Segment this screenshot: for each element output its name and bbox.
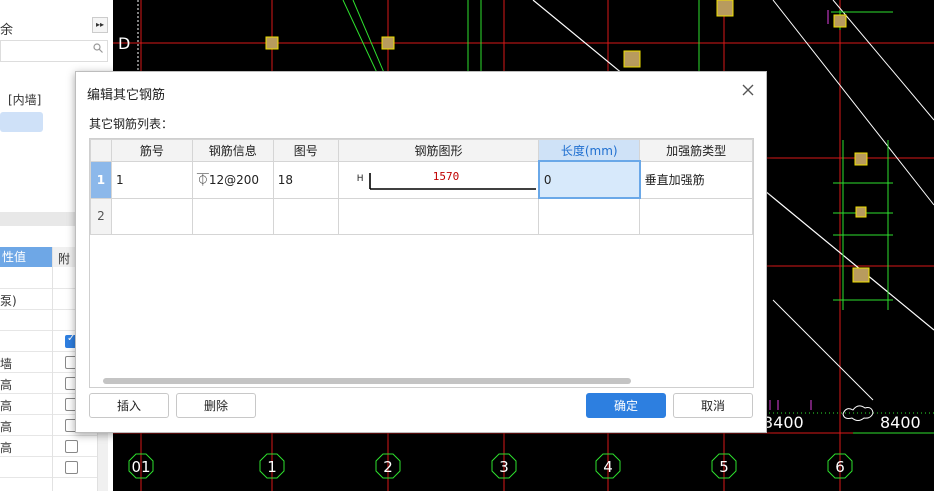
corner-cell	[90, 139, 112, 162]
property-value: 高	[0, 420, 13, 434]
collapse-button[interactable]: ▸▸	[92, 17, 108, 33]
dialog-title: 编辑其它钢筋	[87, 88, 166, 103]
property-value: 高	[0, 399, 13, 413]
table-header-row: 筋号 钢筋信息 图号 钢筋图形 长度(mm) 加强筋类型	[90, 139, 753, 162]
axis-label: 01	[131, 458, 150, 476]
insert-button[interactable]: 插入	[89, 393, 169, 418]
property-value: 高	[0, 378, 13, 392]
axis-label: 1	[267, 458, 277, 476]
edit-other-rebar-dialog: 编辑其它钢筋 其它钢筋列表： 筋号 钢筋信息 图号 钢筋图形 长度(mm) 加强…	[75, 71, 767, 433]
rebar-info-cell[interactable]: ⏁12@200	[191, 160, 274, 199]
figure-no-cell[interactable]	[272, 197, 339, 235]
rebar-shape-cell[interactable]: H 1570	[337, 160, 540, 199]
bar-no-cell[interactable]	[110, 197, 193, 235]
wall-type-label: [内墙]	[8, 93, 42, 107]
rebar-list-label: 其它钢筋列表：	[89, 117, 174, 131]
rebar-grid: 筋号 钢筋信息 图号 钢筋图形 长度(mm) 加强筋类型 1 1 ⏁12@200…	[90, 139, 753, 235]
property-checkbox[interactable]	[65, 440, 78, 453]
property-row[interactable]: 高	[0, 436, 108, 457]
property-value: 泵)	[0, 294, 17, 308]
additional-header: 附	[58, 252, 71, 266]
horizontal-scrollbar[interactable]	[103, 378, 631, 384]
panel-header-text: 余	[0, 23, 14, 38]
property-value-header: 性值	[0, 247, 52, 267]
length-cell[interactable]: 0	[537, 160, 641, 199]
search-input[interactable]	[0, 40, 108, 62]
dimension-label: 3400	[763, 413, 804, 432]
shape-length: 1570	[432, 170, 460, 183]
row-index[interactable]: 1	[90, 160, 112, 199]
close-icon[interactable]	[740, 82, 756, 98]
property-row[interactable]	[0, 457, 108, 478]
dimension-label: 8400	[880, 413, 921, 432]
axis-label: 4	[603, 458, 613, 476]
table-row[interactable]: 1 1 ⏁12@200 18 H 1570 0 垂直加强筋	[90, 160, 753, 199]
column-header[interactable]: 加强筋类型	[639, 139, 753, 162]
rebar-table: 筋号 钢筋信息 图号 钢筋图形 长度(mm) 加强筋类型 1 1 ⏁12@200…	[89, 138, 754, 388]
axis-label: 5	[719, 458, 729, 476]
table-row[interactable]: 2	[90, 197, 753, 235]
bar-no-cell[interactable]: 1	[110, 160, 193, 199]
type-cell[interactable]	[639, 197, 753, 235]
row-index[interactable]: 2	[90, 197, 112, 235]
row-axis-label: D	[118, 34, 131, 53]
column-header[interactable]: 钢筋图形	[337, 139, 540, 162]
property-value: 墙	[0, 357, 13, 371]
selected-item[interactable]	[0, 112, 43, 132]
figure-no-cell[interactable]: 18	[272, 160, 339, 199]
column-divider	[52, 247, 53, 491]
length-cell[interactable]	[538, 197, 641, 235]
axis-label: 2	[383, 458, 393, 476]
axis-label: 3	[499, 458, 509, 476]
rebar-info-cell[interactable]	[191, 197, 274, 235]
axis-label: 6	[835, 458, 845, 476]
rebar-shape-cell[interactable]	[337, 197, 540, 235]
column-header[interactable]: 筋号	[110, 139, 193, 162]
property-checkbox[interactable]	[65, 461, 78, 474]
column-header[interactable]: 图号	[272, 139, 339, 162]
delete-button[interactable]: 删除	[176, 393, 256, 418]
cancel-button[interactable]: 取消	[673, 393, 753, 418]
column-header-selected[interactable]: 长度(mm)	[538, 139, 641, 162]
property-value: 高	[0, 441, 13, 455]
search-icon	[93, 43, 103, 53]
ok-button[interactable]: 确定	[586, 393, 666, 418]
type-cell[interactable]: 垂直加强筋	[639, 160, 753, 199]
column-header[interactable]: 钢筋信息	[191, 139, 274, 162]
